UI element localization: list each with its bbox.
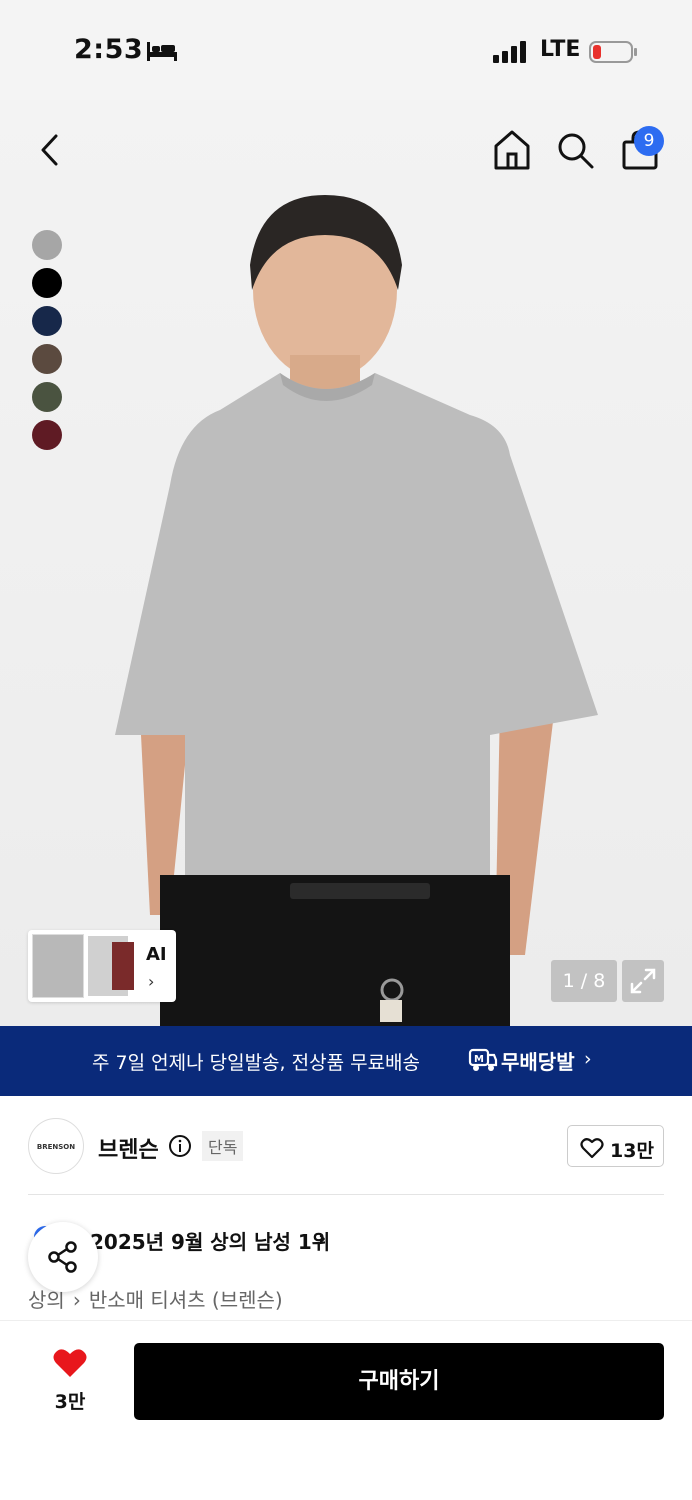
color-swatch[interactable] bbox=[32, 230, 62, 260]
product-gallery[interactable]: 9 AI › 1 / 8 bbox=[0, 100, 692, 1026]
banner-text: 주 7일 언제나 당일발송, 전상품 무료배송 bbox=[92, 1052, 421, 1074]
color-swatch[interactable] bbox=[32, 344, 62, 374]
share-button[interactable] bbox=[28, 1222, 98, 1292]
thumbnail-image bbox=[112, 942, 134, 990]
sleep-focus-icon bbox=[147, 42, 177, 61]
chevron-left-icon bbox=[41, 134, 58, 166]
battery-icon bbox=[589, 41, 637, 63]
color-swatch[interactable] bbox=[32, 420, 62, 450]
banner-brand: 무배당발 bbox=[501, 1050, 575, 1074]
breadcrumb-item[interactable]: 반소매 티셔츠 (브렌슨) bbox=[89, 1288, 283, 1312]
expand-icon bbox=[630, 968, 656, 994]
brand-logo[interactable]: BRENSON bbox=[28, 1118, 84, 1174]
search-icon bbox=[558, 133, 594, 169]
exclusive-tag: 단독 bbox=[202, 1131, 244, 1161]
chevron-right-icon: › bbox=[318, 1226, 327, 1250]
brand-name[interactable]: 브렌슨 bbox=[98, 1132, 159, 1164]
buy-button[interactable]: 구매하기 bbox=[134, 1343, 664, 1420]
brand-like-button[interactable]: 13만 bbox=[567, 1125, 664, 1167]
home-icon bbox=[494, 130, 530, 170]
status-time: 2:53 bbox=[74, 34, 144, 65]
heart-outline-icon bbox=[580, 1138, 604, 1159]
chevron-right-icon: › bbox=[148, 972, 155, 991]
ai-label: AI bbox=[146, 944, 167, 965]
chevron-right-icon: › bbox=[72, 1288, 81, 1312]
expand-button[interactable] bbox=[622, 960, 664, 1002]
share-icon bbox=[48, 1241, 77, 1273]
image-counter: 1 / 8 bbox=[551, 960, 617, 1002]
back-button[interactable] bbox=[34, 130, 68, 170]
ai-style-thumbnail-button[interactable]: AI › bbox=[28, 930, 176, 1002]
status-bar: 2:53 LTE bbox=[0, 0, 692, 100]
favorite-count: 3만 bbox=[54, 1391, 86, 1413]
free-shipping-banner[interactable]: 주 7일 언제나 당일발송, 전상품 무료배송 M 무배당발 › bbox=[0, 1026, 692, 1096]
cellular-signal-icon bbox=[493, 41, 526, 63]
bottom-action-bar: 3만 구매하기 bbox=[0, 1320, 692, 1500]
info-icon[interactable] bbox=[168, 1134, 192, 1158]
color-swatches bbox=[32, 230, 62, 458]
heart-filled-icon[interactable] bbox=[52, 1347, 88, 1379]
delivery-truck-icon: M bbox=[468, 1048, 498, 1071]
brand-row: BRENSON 브렌슨 단독 13만 bbox=[28, 1118, 664, 1174]
color-swatch[interactable] bbox=[32, 268, 62, 298]
color-swatch[interactable] bbox=[32, 382, 62, 412]
divider bbox=[28, 1194, 664, 1195]
thumbnail-image bbox=[32, 934, 84, 998]
search-button[interactable] bbox=[555, 130, 595, 170]
product-photo bbox=[115, 195, 598, 1026]
network-type: LTE bbox=[540, 37, 581, 62]
home-button[interactable] bbox=[492, 128, 532, 172]
color-swatch[interactable] bbox=[32, 306, 62, 336]
cart-count-badge: 9 bbox=[634, 126, 664, 156]
brand-like-count: 13만 bbox=[610, 1140, 654, 1162]
ranking-text: 2025년 9월 상의 남성 1위 bbox=[90, 1230, 331, 1254]
chevron-right-icon: › bbox=[584, 1048, 592, 1070]
svg-text:M: M bbox=[474, 1054, 484, 1065]
